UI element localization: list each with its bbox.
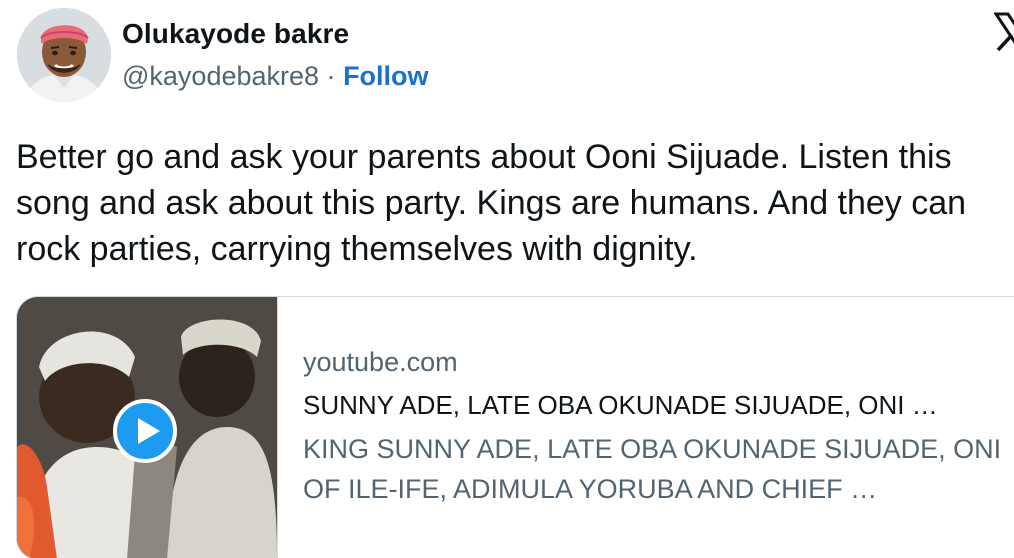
card-description: KING SUNNY ADE, LATE OBA OKUNADE SIJUADE… [303,434,1002,504]
handle[interactable]: @kayodebakre8 [122,61,319,91]
card-body: youtube.com SUNNY ADE, LATE OBA OKUNADE … [303,347,1014,509]
card-domain: youtube.com [303,347,458,377]
x-logo-icon[interactable] [994,12,1014,52]
follow-button[interactable]: Follow [343,61,428,91]
display-name[interactable]: Olukayode bakre [122,18,349,50]
link-card[interactable]: youtube.com SUNNY ADE, LATE OBA OKUNADE … [16,296,1014,558]
separator-dot: · [326,61,336,91]
avatar[interactable] [17,8,111,102]
tweet-text: Better go and ask your parents about Oon… [16,138,967,268]
avatar-illustration [17,8,111,102]
play-icon[interactable] [113,399,177,463]
video-thumbnail[interactable] [17,297,278,558]
handle-row: @kayodebakre8 · Follow [122,61,429,92]
tweet-embed: Olukayode bakre @kayodebakre8 · Follow B… [0,0,1014,558]
card-title: SUNNY ADE, LATE OBA OKUNADE SIJUADE, ONI… [303,390,938,420]
